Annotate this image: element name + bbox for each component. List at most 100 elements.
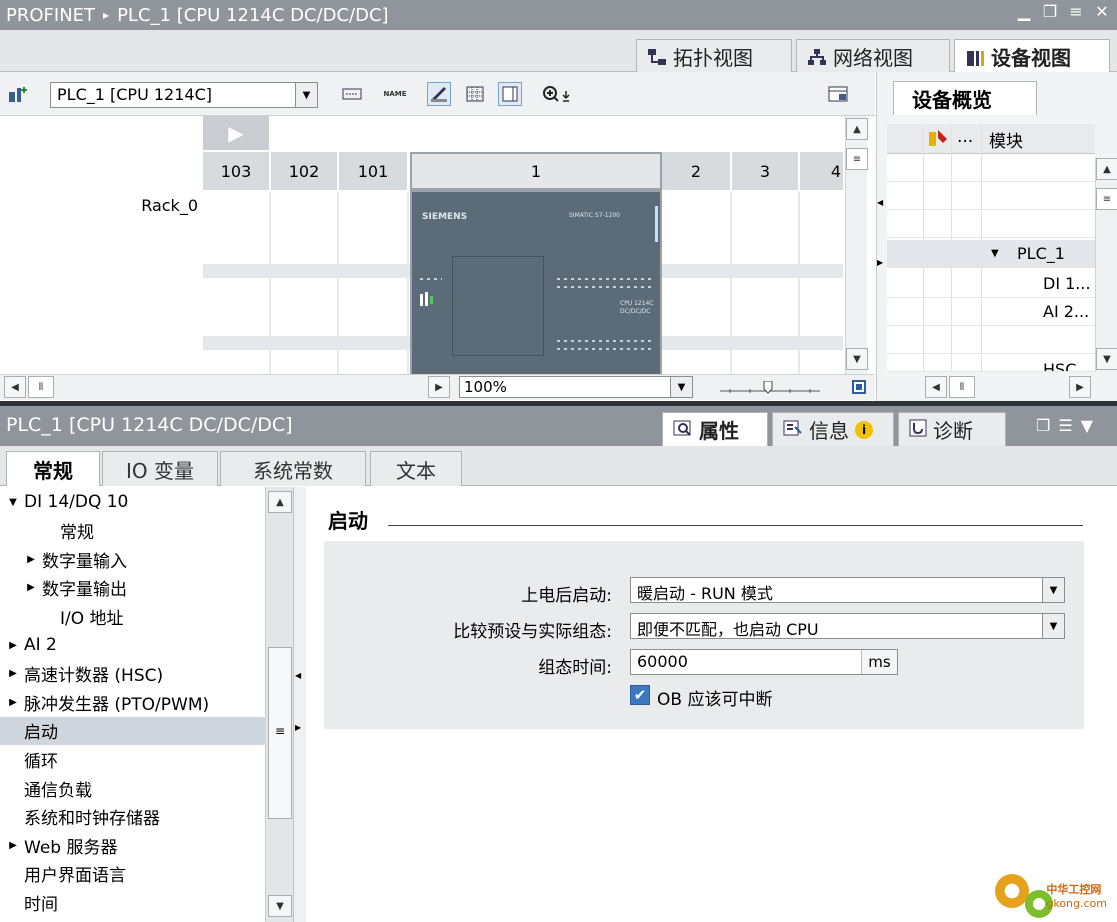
- slot-cell[interactable]: [271, 192, 339, 374]
- expand-slots-icon[interactable]: ▶: [203, 116, 269, 150]
- restore-icon[interactable]: ❐: [1041, 2, 1059, 21]
- nav-item[interactable]: 启动: [0, 716, 266, 745]
- nav-item[interactable]: 常规: [0, 517, 266, 545]
- slot-cell[interactable]: [732, 192, 800, 374]
- table-row[interactable]: DI 1...: [887, 270, 1095, 298]
- tab-device-overview[interactable]: 设备概览: [893, 81, 1037, 115]
- collapse-right-icon[interactable]: ▶: [877, 258, 885, 272]
- tab-network-view[interactable]: 网络视图: [796, 39, 950, 72]
- scroll-up-icon[interactable]: ▲: [268, 491, 292, 513]
- scroll-up-icon[interactable]: ▲: [846, 118, 868, 140]
- expand-triangle-icon[interactable]: ▶: [24, 554, 38, 565]
- tab-device-view[interactable]: 设备视图: [954, 39, 1110, 73]
- table-row[interactable]: AI 2...: [887, 298, 1095, 326]
- expand-triangle-icon[interactable]: ▶: [6, 640, 20, 651]
- tab-properties[interactable]: 属性: [662, 412, 768, 446]
- chevron-down-icon[interactable]: ▼: [1042, 578, 1064, 602]
- breadcrumb-root[interactable]: PROFINET: [6, 5, 95, 26]
- tab-diagnostics[interactable]: 诊断: [898, 412, 1006, 446]
- slot-header[interactable]: 1: [410, 152, 662, 190]
- tab-topology-view[interactable]: 拓扑视图: [636, 39, 792, 72]
- chevron-down-icon[interactable]: ▼: [1081, 416, 1093, 435]
- nav-vertical-scrollbar[interactable]: ▲ ≡ ▼: [266, 487, 294, 922]
- scroll-down-icon[interactable]: ▼: [846, 348, 868, 370]
- scroll-thumb[interactable]: ≡: [846, 148, 868, 170]
- collapse-right-icon[interactable]: ▶: [295, 723, 301, 732]
- scroll-thumb[interactable]: ≡: [268, 647, 292, 819]
- tab-io-tags[interactable]: IO 变量: [102, 451, 218, 486]
- compare-config-select[interactable]: 即便不匹配，也启动 CPU ▼: [630, 613, 1065, 639]
- expand-triangle-icon[interactable]: ▶: [24, 582, 38, 593]
- table-row[interactable]: [887, 210, 1095, 238]
- ob-interruptible-checkbox[interactable]: ✔: [630, 685, 650, 705]
- table-row[interactable]: [887, 154, 1095, 182]
- slot-header[interactable]: 4: [800, 152, 845, 190]
- overview-vertical-scrollbar[interactable]: ▲ ≡ ▼: [1095, 158, 1117, 372]
- rack-vertical-scrollbar[interactable]: ▲ ≡ ▼: [845, 116, 868, 374]
- rack-horizontal-scrollbar[interactable]: ◀ ⦀ ▶: [0, 374, 875, 400]
- grid-icon[interactable]: [463, 82, 487, 106]
- scroll-right-icon[interactable]: ▶: [428, 376, 450, 398]
- slot-header[interactable]: 102: [271, 152, 339, 190]
- nav-item[interactable]: 系统和时钟存储器: [0, 803, 266, 831]
- scroll-up-icon[interactable]: ▲: [1096, 158, 1117, 180]
- fit-view-icon[interactable]: [848, 376, 870, 398]
- nav-item[interactable]: I/O 地址: [0, 602, 266, 630]
- tab-general[interactable]: 常规: [6, 451, 100, 486]
- chevron-down-icon[interactable]: ▼: [670, 377, 692, 397]
- nav-item[interactable]: ▶ 数字量输入: [0, 545, 266, 573]
- table-view-icon[interactable]: [498, 82, 522, 106]
- scroll-thumb[interactable]: ⦀: [28, 376, 54, 398]
- chevron-down-icon[interactable]: ▼: [1042, 614, 1064, 638]
- page-break-icon[interactable]: [427, 82, 451, 106]
- breadcrumb-device[interactable]: PLC_1 [CPU 1214C DC/DC/DC]: [117, 5, 389, 26]
- zoom-select[interactable]: 100% ▼: [459, 376, 693, 398]
- close-icon[interactable]: ✕: [1093, 2, 1111, 21]
- zoom-in-icon[interactable]: [540, 82, 580, 106]
- name-display-icon[interactable]: NAME: [383, 82, 407, 106]
- tab-system-constants[interactable]: 系统常数: [220, 451, 366, 486]
- expand-triangle-icon[interactable]: ▶: [6, 668, 20, 679]
- expand-triangle-icon[interactable]: ▼: [991, 248, 999, 259]
- collapse-left-icon[interactable]: ◀: [877, 198, 885, 212]
- expand-triangle-icon[interactable]: ▼: [6, 497, 20, 508]
- nav-item[interactable]: ▶ Web 服务器: [0, 831, 266, 859]
- scroll-left-icon[interactable]: ◀: [925, 376, 947, 398]
- cpu-module[interactable]: SIEMENS SIMATIC S7-1200 CPU 1214C DC/DC/…: [410, 190, 662, 374]
- table-row[interactable]: [887, 326, 1095, 354]
- nav-item[interactable]: ▼ DI 14/DQ 10: [0, 488, 266, 516]
- tab-texts[interactable]: 文本: [370, 451, 462, 486]
- scroll-down-icon[interactable]: ▼: [268, 895, 292, 917]
- scroll-thumb[interactable]: ≡: [1096, 188, 1117, 210]
- device-switch-icon[interactable]: [6, 82, 30, 106]
- menu-icon[interactable]: ☰: [1058, 416, 1072, 435]
- maximize-icon[interactable]: ≡: [1067, 2, 1085, 21]
- power-up-select[interactable]: 暖启动 - RUN 模式 ▼: [630, 577, 1065, 603]
- table-row[interactable]: HSC: [887, 354, 1095, 372]
- slot-cell[interactable]: [203, 192, 271, 374]
- layout-icon[interactable]: [826, 82, 850, 106]
- nav-item[interactable]: ▶ 高速计数器 (HSC): [0, 660, 266, 688]
- slot-cell[interactable]: [339, 192, 409, 374]
- slot-header[interactable]: 2: [662, 152, 732, 190]
- column-more[interactable]: ...: [957, 127, 973, 147]
- tab-info[interactable]: 信息 i: [772, 412, 894, 446]
- table-row[interactable]: ▼ PLC_1: [887, 240, 1095, 268]
- slot-header[interactable]: 101: [339, 152, 409, 190]
- float-window-icon[interactable]: ❐: [1036, 416, 1050, 435]
- device-select[interactable]: PLC_1 [CPU 1214C] ▼: [50, 82, 318, 108]
- expand-triangle-icon[interactable]: ▶: [6, 840, 20, 851]
- slot-cell[interactable]: [662, 192, 732, 374]
- table-row[interactable]: [887, 182, 1095, 210]
- collapse-left-icon[interactable]: ◀: [295, 671, 301, 680]
- scroll-right-icon[interactable]: ▶: [1069, 376, 1091, 398]
- chevron-down-icon[interactable]: ▼: [295, 83, 317, 107]
- nav-item[interactable]: ▶ 脉冲发生器 (PTO/PWM): [0, 688, 266, 716]
- minimize-icon[interactable]: ▁: [1015, 2, 1033, 21]
- nav-item[interactable]: 时间: [0, 888, 266, 916]
- address-overview-icon[interactable]: [340, 82, 364, 106]
- column-module[interactable]: 模块: [989, 127, 1023, 152]
- config-time-input[interactable]: 60000 ms: [630, 649, 898, 675]
- nav-splitter[interactable]: ◀ ▶: [294, 487, 306, 922]
- nav-item[interactable]: ▶ AI 2: [0, 631, 266, 659]
